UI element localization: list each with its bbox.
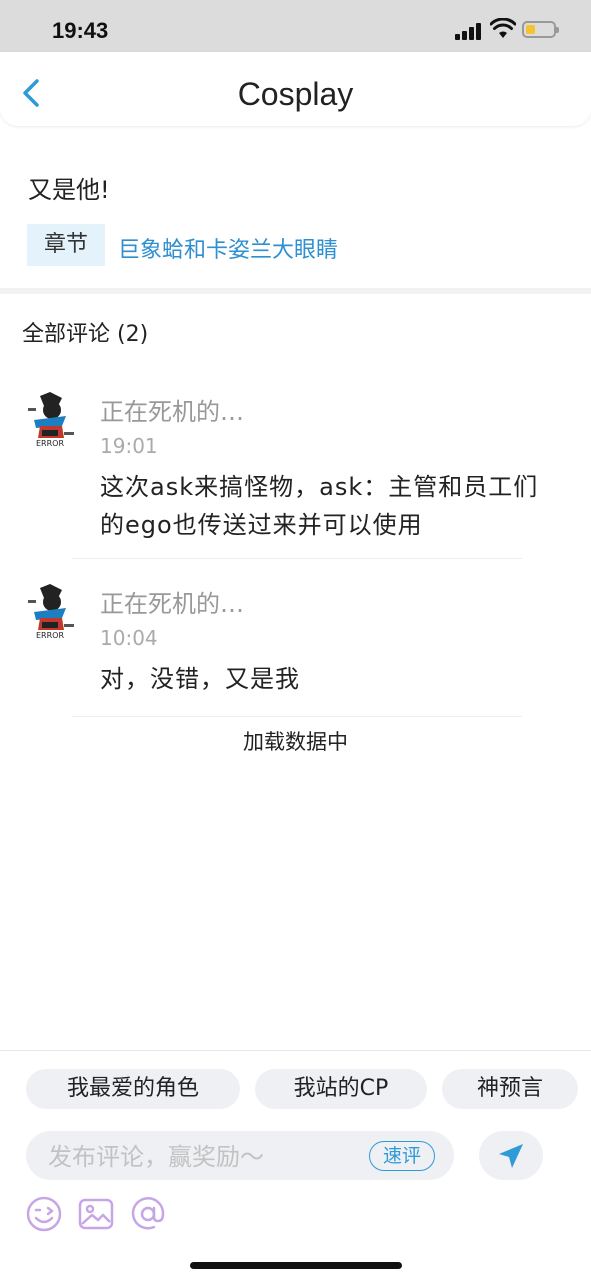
chapter-tag: 章节 xyxy=(27,224,105,266)
wifi-icon xyxy=(490,18,516,38)
quick-chip-favorite-character[interactable]: 我最爱的角色 xyxy=(26,1069,240,1109)
image-icon[interactable] xyxy=(78,1196,114,1232)
comment-divider xyxy=(72,716,522,717)
loading-text: 加载数据中 xyxy=(243,730,348,754)
comment-input[interactable] xyxy=(46,1139,370,1175)
mention-icon[interactable] xyxy=(130,1196,166,1232)
comments-header: 全部评论 (2) xyxy=(22,322,149,347)
comment-author[interactable]: 正在死机的… xyxy=(100,584,244,619)
battery-icon xyxy=(522,21,559,38)
avatar[interactable]: ERROR xyxy=(22,392,78,452)
avatar[interactable]: ERROR xyxy=(22,584,78,644)
comment-text: 这次ask来搞怪物，ask：主管和员工们的ego也传送过来并可以使用 xyxy=(100,473,539,539)
page-title: Cosplay xyxy=(237,76,354,112)
comment-input-wrapper: 速评 xyxy=(26,1131,454,1180)
emoji-icon[interactable] xyxy=(26,1196,62,1232)
home-indicator xyxy=(190,1262,402,1269)
comment-text: 对，没错，又是我 xyxy=(100,665,300,693)
cellular-signal-icon xyxy=(455,22,483,40)
send-icon xyxy=(499,1144,523,1168)
status-time: 19:43 xyxy=(52,18,109,43)
avatar-label: ERROR xyxy=(36,439,64,448)
section-divider xyxy=(0,288,591,294)
quick-chip-cp[interactable]: 我站的CP xyxy=(255,1069,427,1109)
post-title: 又是他! xyxy=(28,176,110,204)
comment-divider xyxy=(72,558,522,559)
comment-time: 10:04 xyxy=(100,626,158,650)
quick-chip-prophecy[interactable]: 神预言 xyxy=(442,1069,578,1109)
comment-author[interactable]: 正在死机的… xyxy=(100,392,244,427)
chapter-link[interactable]: 巨象蛤和卡姿兰大眼睛 xyxy=(118,232,338,264)
send-button[interactable] xyxy=(479,1131,543,1180)
status-bar: 19:43 xyxy=(0,0,591,52)
comment-time: 19:01 xyxy=(100,434,158,458)
quick-review-button[interactable]: 速评 xyxy=(369,1141,435,1171)
avatar-label: ERROR xyxy=(36,631,64,640)
nav-bar: Cosplay xyxy=(0,52,591,126)
